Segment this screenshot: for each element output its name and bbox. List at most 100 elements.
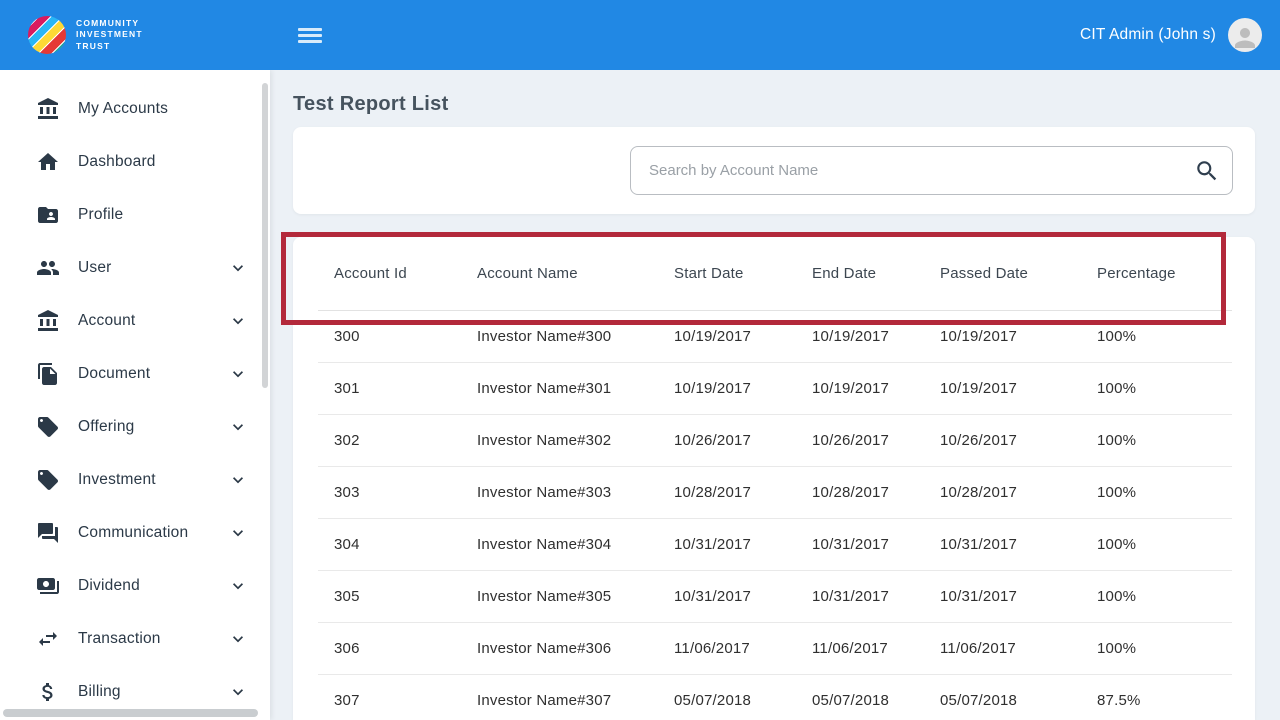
cell-start-date: 10/19/2017 xyxy=(658,362,796,414)
cell-passed-date: 05/07/2018 xyxy=(924,674,1081,720)
search-card xyxy=(293,127,1255,214)
chevron-down-icon xyxy=(228,629,248,649)
cell-end-date: 05/07/2018 xyxy=(796,674,924,720)
table-row[interactable]: 306 Investor Name#306 11/06/2017 11/06/2… xyxy=(318,622,1232,674)
cell-end-date: 11/06/2017 xyxy=(796,622,924,674)
cell-start-date: 10/31/2017 xyxy=(658,518,796,570)
cell-percentage: 100% xyxy=(1081,570,1232,622)
sidebar-item[interactable]: Investment xyxy=(0,453,270,506)
cell-passed-date: 10/19/2017 xyxy=(924,310,1081,362)
chevron-down-icon xyxy=(228,470,248,490)
table-row[interactable]: 307 Investor Name#307 05/07/2018 05/07/2… xyxy=(318,674,1232,720)
sidebar-item-label: Dividend xyxy=(78,577,228,595)
sidebar-item-label: User xyxy=(78,259,228,277)
cell-percentage: 100% xyxy=(1081,622,1232,674)
cell-passed-date: 11/06/2017 xyxy=(924,622,1081,674)
table-row[interactable]: 304 Investor Name#304 10/31/2017 10/31/2… xyxy=(318,518,1232,570)
dollar-icon xyxy=(36,680,60,704)
column-header: Account Id xyxy=(318,237,461,310)
table-row[interactable]: 305 Investor Name#305 10/31/2017 10/31/2… xyxy=(318,570,1232,622)
sidebar-item-label: Account xyxy=(78,312,228,330)
sidebar-vertical-scrollbar[interactable] xyxy=(262,83,268,388)
chevron-down-icon xyxy=(228,576,248,596)
top-bar: COMMUNITYINVESTMENTTRUST CIT Admin (John… xyxy=(0,0,1280,70)
report-table-card: Account IdAccount NameStart DateEnd Date… xyxy=(293,237,1255,720)
cell-start-date: 11/06/2017 xyxy=(658,622,796,674)
cell-end-date: 10/28/2017 xyxy=(796,466,924,518)
cell-account-id: 302 xyxy=(318,414,461,466)
cell-account-name: Investor Name#306 xyxy=(461,622,658,674)
cell-percentage: 100% xyxy=(1081,310,1232,362)
cell-account-id: 300 xyxy=(318,310,461,362)
column-header: Start Date xyxy=(658,237,796,310)
cell-start-date: 10/28/2017 xyxy=(658,466,796,518)
sidebar-item-label: Offering xyxy=(78,418,228,436)
avatar[interactable] xyxy=(1228,18,1262,52)
sidebar-item[interactable]: Dashboard xyxy=(0,135,270,188)
logo-text-line: INVESTMENT xyxy=(76,29,143,40)
column-header: Passed Date xyxy=(924,237,1081,310)
sidebar-item[interactable]: Transaction xyxy=(0,612,270,665)
report-table: Account IdAccount NameStart DateEnd Date… xyxy=(318,237,1232,720)
cell-account-name: Investor Name#307 xyxy=(461,674,658,720)
sidebar-item[interactable]: User xyxy=(0,241,270,294)
logo-text: COMMUNITYINVESTMENTTRUST xyxy=(76,18,143,51)
search-icon[interactable] xyxy=(1194,158,1220,184)
cell-percentage: 100% xyxy=(1081,466,1232,518)
logo-icon xyxy=(28,16,66,54)
search-box xyxy=(630,146,1233,195)
search-input[interactable] xyxy=(631,147,1232,194)
folder-shared-icon xyxy=(36,203,60,227)
sidebar-item-label: Investment xyxy=(78,471,228,489)
chevron-down-icon xyxy=(228,682,248,702)
column-header: End Date xyxy=(796,237,924,310)
sidebar-item-label: Profile xyxy=(78,206,228,224)
cell-passed-date: 10/28/2017 xyxy=(924,466,1081,518)
sidebar-item-label: Billing xyxy=(78,683,228,701)
sidebar: My Accounts Dashboard Profile xyxy=(0,70,270,720)
cell-end-date: 10/26/2017 xyxy=(796,414,924,466)
chevron-down-icon xyxy=(228,417,248,437)
table-row[interactable]: 302 Investor Name#302 10/26/2017 10/26/2… xyxy=(318,414,1232,466)
sidebar-item[interactable]: Profile xyxy=(0,188,270,241)
cell-percentage: 87.5% xyxy=(1081,674,1232,720)
table-header: Account IdAccount NameStart DateEnd Date… xyxy=(318,237,1232,310)
cell-start-date: 10/26/2017 xyxy=(658,414,796,466)
person-icon xyxy=(1230,23,1260,52)
cell-account-id: 307 xyxy=(318,674,461,720)
page-title: Test Report List xyxy=(293,93,449,116)
bank-icon xyxy=(36,97,60,121)
sidebar-item[interactable]: Document xyxy=(0,347,270,400)
logo-text-line: TRUST xyxy=(76,41,143,52)
sidebar-item[interactable]: My Accounts xyxy=(0,82,270,135)
chat-icon xyxy=(36,521,60,545)
cell-end-date: 10/19/2017 xyxy=(796,362,924,414)
table-row[interactable]: 303 Investor Name#303 10/28/2017 10/28/2… xyxy=(318,466,1232,518)
cell-start-date: 10/31/2017 xyxy=(658,570,796,622)
tag-icon xyxy=(36,468,60,492)
sidebar-item[interactable]: Account xyxy=(0,294,270,347)
menu-icon[interactable] xyxy=(298,25,322,46)
cell-account-name: Investor Name#305 xyxy=(461,570,658,622)
home-icon xyxy=(36,150,60,174)
cell-account-name: Investor Name#300 xyxy=(461,310,658,362)
sidebar-horizontal-scrollbar[interactable] xyxy=(3,709,258,717)
cell-end-date: 10/19/2017 xyxy=(796,310,924,362)
cell-start-date: 10/19/2017 xyxy=(658,310,796,362)
column-header: Percentage xyxy=(1081,237,1232,310)
people-icon xyxy=(36,256,60,280)
table-row[interactable]: 300 Investor Name#300 10/19/2017 10/19/2… xyxy=(318,310,1232,362)
cell-account-id: 306 xyxy=(318,622,461,674)
app-logo[interactable]: COMMUNITYINVESTMENTTRUST xyxy=(0,16,270,54)
cell-end-date: 10/31/2017 xyxy=(796,518,924,570)
cell-percentage: 100% xyxy=(1081,414,1232,466)
sidebar-item-label: My Accounts xyxy=(78,100,228,118)
sidebar-item[interactable]: Communication xyxy=(0,506,270,559)
cell-account-id: 304 xyxy=(318,518,461,570)
sidebar-item[interactable]: Dividend xyxy=(0,559,270,612)
chevron-down-icon xyxy=(228,311,248,331)
cell-passed-date: 10/26/2017 xyxy=(924,414,1081,466)
cell-passed-date: 10/19/2017 xyxy=(924,362,1081,414)
table-row[interactable]: 301 Investor Name#301 10/19/2017 10/19/2… xyxy=(318,362,1232,414)
sidebar-item[interactable]: Offering xyxy=(0,400,270,453)
